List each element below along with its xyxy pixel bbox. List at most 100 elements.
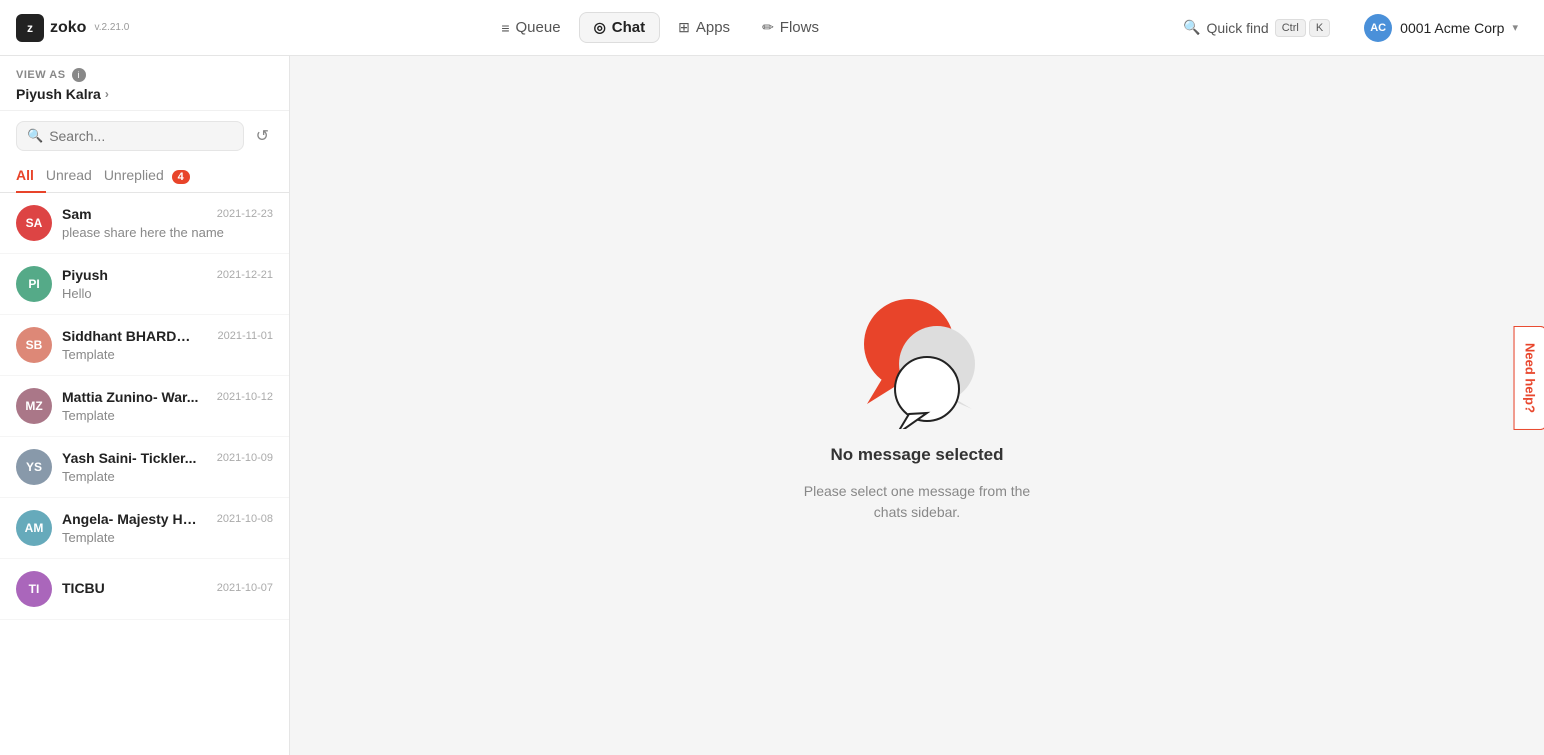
chat-avatar: YS (16, 449, 52, 485)
nav-queue[interactable]: ≡ Queue (487, 13, 574, 42)
chat-top-row: Mattia Zunino- War... 2021-10-12 (62, 389, 273, 405)
chat-preview: please share here the name (62, 225, 273, 240)
chat-date: 2021-10-09 (217, 452, 273, 464)
kbd-k: K (1309, 19, 1330, 37)
search-input[interactable] (49, 128, 232, 144)
no-message-panel: No message selected Please select one me… (804, 289, 1030, 523)
main-area: VIEW AS i Piyush Kalra › 🔍 ↺ All Unread (0, 56, 1544, 755)
tab-all[interactable]: All (16, 159, 46, 193)
tab-unreplied[interactable]: Unreplied 4 (104, 159, 202, 193)
chat-item[interactable]: TI TICBU 2021-10-07 (0, 559, 289, 620)
chat-item[interactable]: SA Sam 2021-12-23 please share here the … (0, 193, 289, 254)
unreplied-badge: 4 (172, 170, 190, 184)
no-message-subtitle: Please select one message from thechats … (804, 481, 1030, 523)
nav-apps[interactable]: ⊞ Apps (664, 13, 744, 42)
chat-avatar: SA (16, 205, 52, 241)
chat-item[interactable]: YS Yash Saini- Tickler... 2021-10-09 Tem… (0, 437, 289, 498)
chat-item[interactable]: MZ Mattia Zunino- War... 2021-10-12 Temp… (0, 376, 289, 437)
chat-content: Siddhant BHARDWA... 2021-11-01 Template (62, 328, 273, 362)
chat-preview: Template (62, 530, 273, 545)
logo-name: zoko (50, 19, 86, 37)
chat-name: Siddhant BHARDWA... (62, 328, 202, 344)
nav-flows[interactable]: ✏ Flows (748, 13, 833, 42)
chat-icon: ◎ (594, 19, 606, 36)
view-as-row: VIEW AS i (16, 68, 273, 82)
account-chevron-icon: ▾ (1512, 21, 1518, 34)
chat-name: Angela- Majesty Ha... (62, 511, 202, 527)
user-chevron-icon: › (105, 87, 109, 101)
chat-avatar: SB (16, 327, 52, 363)
search-row: 🔍 ↺ (0, 111, 289, 151)
chat-name: Sam (62, 206, 92, 222)
quick-find-button[interactable]: 🔍 Quick find Ctrl K (1171, 13, 1342, 43)
chat-top-row: Angela- Majesty Ha... 2021-10-08 (62, 511, 273, 527)
chat-date: 2021-10-07 (217, 582, 273, 594)
nav-queue-label: Queue (516, 19, 561, 36)
chat-date: 2021-10-08 (217, 513, 273, 525)
logo-icon: z (16, 14, 44, 42)
account-button[interactable]: AC 0001 Acme Corp ▾ (1354, 8, 1528, 48)
chat-date: 2021-12-23 (217, 208, 273, 220)
tabs-row: All Unread Unreplied 4 (0, 151, 289, 193)
info-icon[interactable]: i (72, 68, 86, 82)
apps-icon: ⊞ (678, 19, 690, 36)
flows-icon: ✏ (762, 19, 774, 36)
chat-avatar: AM (16, 510, 52, 546)
logo-area: z zoko v.2.21.0 (16, 14, 129, 42)
chat-item[interactable]: SB Siddhant BHARDWA... 2021-11-01 Templa… (0, 315, 289, 376)
search-wrap: 🔍 (16, 121, 244, 151)
account-avatar: AC (1364, 14, 1392, 42)
queue-icon: ≡ (501, 20, 509, 36)
tab-unread[interactable]: Unread (46, 159, 104, 193)
keyboard-shortcut: Ctrl K (1275, 19, 1330, 37)
topnav: z zoko v.2.21.0 ≡ Queue ◎ Chat ⊞ Apps ✏ … (0, 0, 1544, 56)
chat-item[interactable]: AM Angela- Majesty Ha... 2021-10-08 Temp… (0, 498, 289, 559)
chat-top-row: Yash Saini- Tickler... 2021-10-09 (62, 450, 273, 466)
no-message-title: No message selected (831, 445, 1004, 465)
chat-preview: Hello (62, 286, 273, 301)
chat-illustration (837, 289, 997, 429)
chat-avatar: TI (16, 571, 52, 607)
chat-item[interactable]: PI Piyush 2021-12-21 Hello (0, 254, 289, 315)
chat-name: TICBU (62, 580, 105, 596)
chat-top-row: Piyush 2021-12-21 (62, 267, 273, 283)
account-name: 0001 Acme Corp (1400, 20, 1504, 36)
chat-content: Piyush 2021-12-21 Hello (62, 267, 273, 301)
chat-avatar: MZ (16, 388, 52, 424)
refresh-button[interactable]: ↺ (252, 122, 273, 150)
chat-date: 2021-12-21 (217, 269, 273, 281)
chat-top-row: Sam 2021-12-23 (62, 206, 273, 222)
quick-find-label: Quick find (1206, 20, 1268, 36)
nav-right: 🔍 Quick find Ctrl K AC 0001 Acme Corp ▾ (1171, 8, 1528, 48)
chat-preview: Template (62, 469, 273, 484)
chat-avatar: PI (16, 266, 52, 302)
chat-content: TICBU 2021-10-07 (62, 580, 273, 599)
chat-name: Mattia Zunino- War... (62, 389, 198, 405)
chat-top-row: TICBU 2021-10-07 (62, 580, 273, 596)
nav-flows-label: Flows (780, 19, 819, 36)
chat-content: Mattia Zunino- War... 2021-10-12 Templat… (62, 389, 273, 423)
user-name: Piyush Kalra (16, 86, 101, 102)
view-as-label: VIEW AS (16, 69, 66, 81)
chat-preview: Template (62, 347, 273, 362)
chat-content: Angela- Majesty Ha... 2021-10-08 Templat… (62, 511, 273, 545)
search-icon: 🔍 (1183, 19, 1200, 36)
chat-date: 2021-11-01 (218, 330, 273, 342)
chat-content: Sam 2021-12-23 please share here the nam… (62, 206, 273, 240)
sidebar: VIEW AS i Piyush Kalra › 🔍 ↺ All Unread (0, 56, 290, 755)
need-help-button[interactable]: Need help? (1513, 325, 1544, 429)
nav-chat[interactable]: ◎ Chat (579, 12, 661, 43)
chat-date: 2021-10-12 (217, 391, 273, 403)
logo-version: v.2.21.0 (94, 22, 129, 33)
user-name-button[interactable]: Piyush Kalra › (16, 86, 109, 102)
nav-chat-label: Chat (612, 19, 645, 36)
chat-name: Piyush (62, 267, 108, 283)
chat-content: Yash Saini- Tickler... 2021-10-09 Templa… (62, 450, 273, 484)
sidebar-header: VIEW AS i Piyush Kalra › (0, 56, 289, 111)
search-icon: 🔍 (27, 128, 43, 144)
nav-items: ≡ Queue ◎ Chat ⊞ Apps ✏ Flows (153, 12, 1167, 43)
chat-top-row: Siddhant BHARDWA... 2021-11-01 (62, 328, 273, 344)
main-content: No message selected Please select one me… (290, 56, 1544, 755)
chat-preview: Template (62, 408, 273, 423)
chat-name: Yash Saini- Tickler... (62, 450, 196, 466)
